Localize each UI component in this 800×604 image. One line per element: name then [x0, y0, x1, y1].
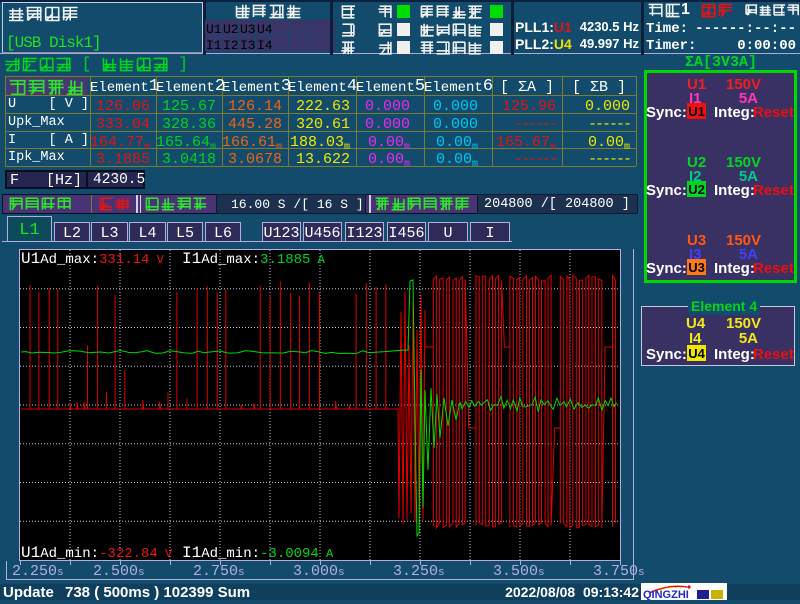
svg-text:QINGZHI: QINGZHI	[643, 589, 689, 600]
